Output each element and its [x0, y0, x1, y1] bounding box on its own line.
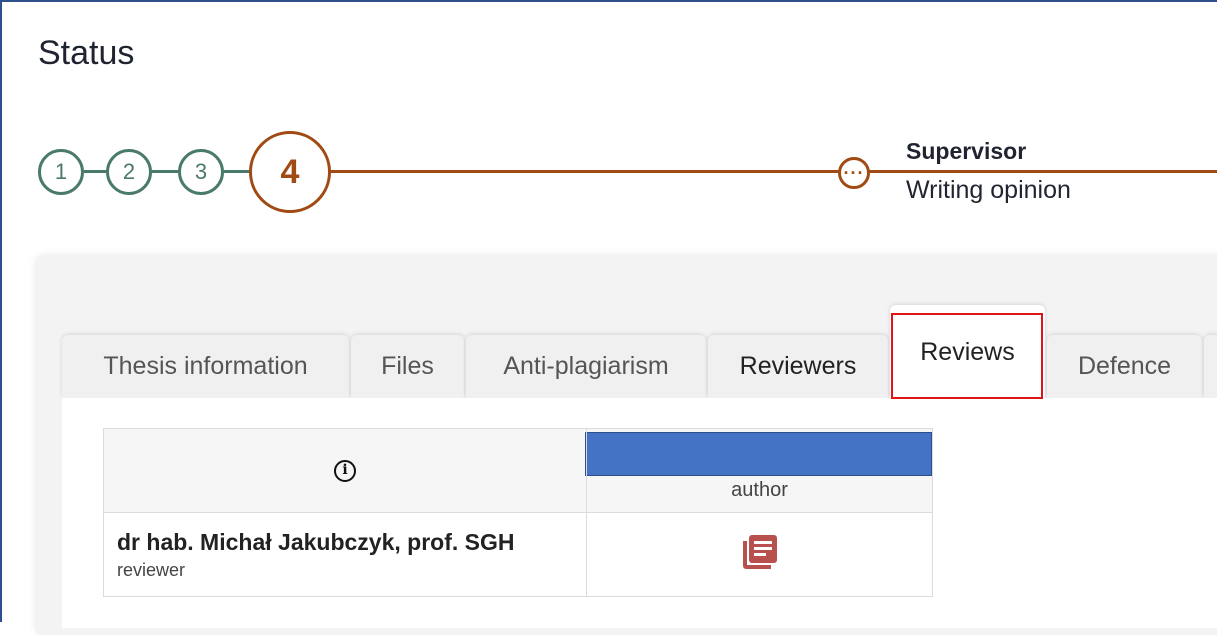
step-1[interactable]: 1	[38, 149, 84, 195]
step-4-label: 4	[280, 152, 300, 191]
tab-label: Anti-plagiarism	[503, 352, 669, 380]
next-step-role: Supervisor	[906, 138, 1027, 164]
tab-reviewers[interactable]: Reviewers	[708, 335, 888, 398]
step-2[interactable]: 2	[106, 149, 152, 195]
step-3[interactable]: 3	[178, 149, 224, 195]
stepper-line-current	[329, 170, 1217, 173]
reviewer-name: dr hab. Michał Jakubczyk, prof. SGH	[117, 529, 515, 555]
table-header-author: author	[585, 428, 933, 513]
tab-defence[interactable]: Defence	[1047, 335, 1202, 398]
step-3-label: 3	[194, 159, 208, 184]
reviewer-cell: dr hab. Michał Jakubczyk, prof. SGH revi…	[103, 512, 587, 597]
tab-label: Defence	[1077, 352, 1172, 380]
step-2-label: 2	[122, 159, 136, 184]
reviewer-role: reviewer	[117, 560, 186, 580]
step-4-current[interactable]: 4	[249, 131, 331, 213]
tab-reviews[interactable]: Reviews	[890, 305, 1045, 398]
author-color-bar	[585, 432, 932, 476]
tab-anti-plagiarism[interactable]: Anti-plagiarism	[466, 335, 706, 398]
more-dots-icon[interactable]: ···	[838, 157, 870, 189]
table-header-row: i author	[103, 428, 933, 513]
author-label: author	[731, 479, 788, 501]
reviews-table: i author dr hab. Michał Jakubczyk, prof.…	[103, 428, 933, 597]
table-row: dr hab. Michał Jakubczyk, prof. SGH revi…	[103, 512, 933, 597]
page-title: Status	[38, 34, 135, 72]
tab-label: Files	[381, 352, 434, 380]
next-step-status: Writing opinion	[906, 176, 1071, 204]
table-header-info: i	[103, 428, 587, 513]
review-document-cell	[586, 512, 933, 597]
tab-label: Reviewers	[739, 352, 857, 380]
tab-label: Thesis information	[103, 352, 308, 380]
tab-more[interactable]	[1204, 335, 1217, 398]
tab-thesis-information[interactable]: Thesis information	[62, 335, 349, 398]
info-icon[interactable]: i	[334, 459, 356, 482]
step-1-label: 1	[54, 159, 68, 184]
tab-files[interactable]: Files	[351, 335, 464, 398]
document-list-icon[interactable]	[740, 532, 780, 577]
tab-label: Reviews	[920, 338, 1015, 366]
